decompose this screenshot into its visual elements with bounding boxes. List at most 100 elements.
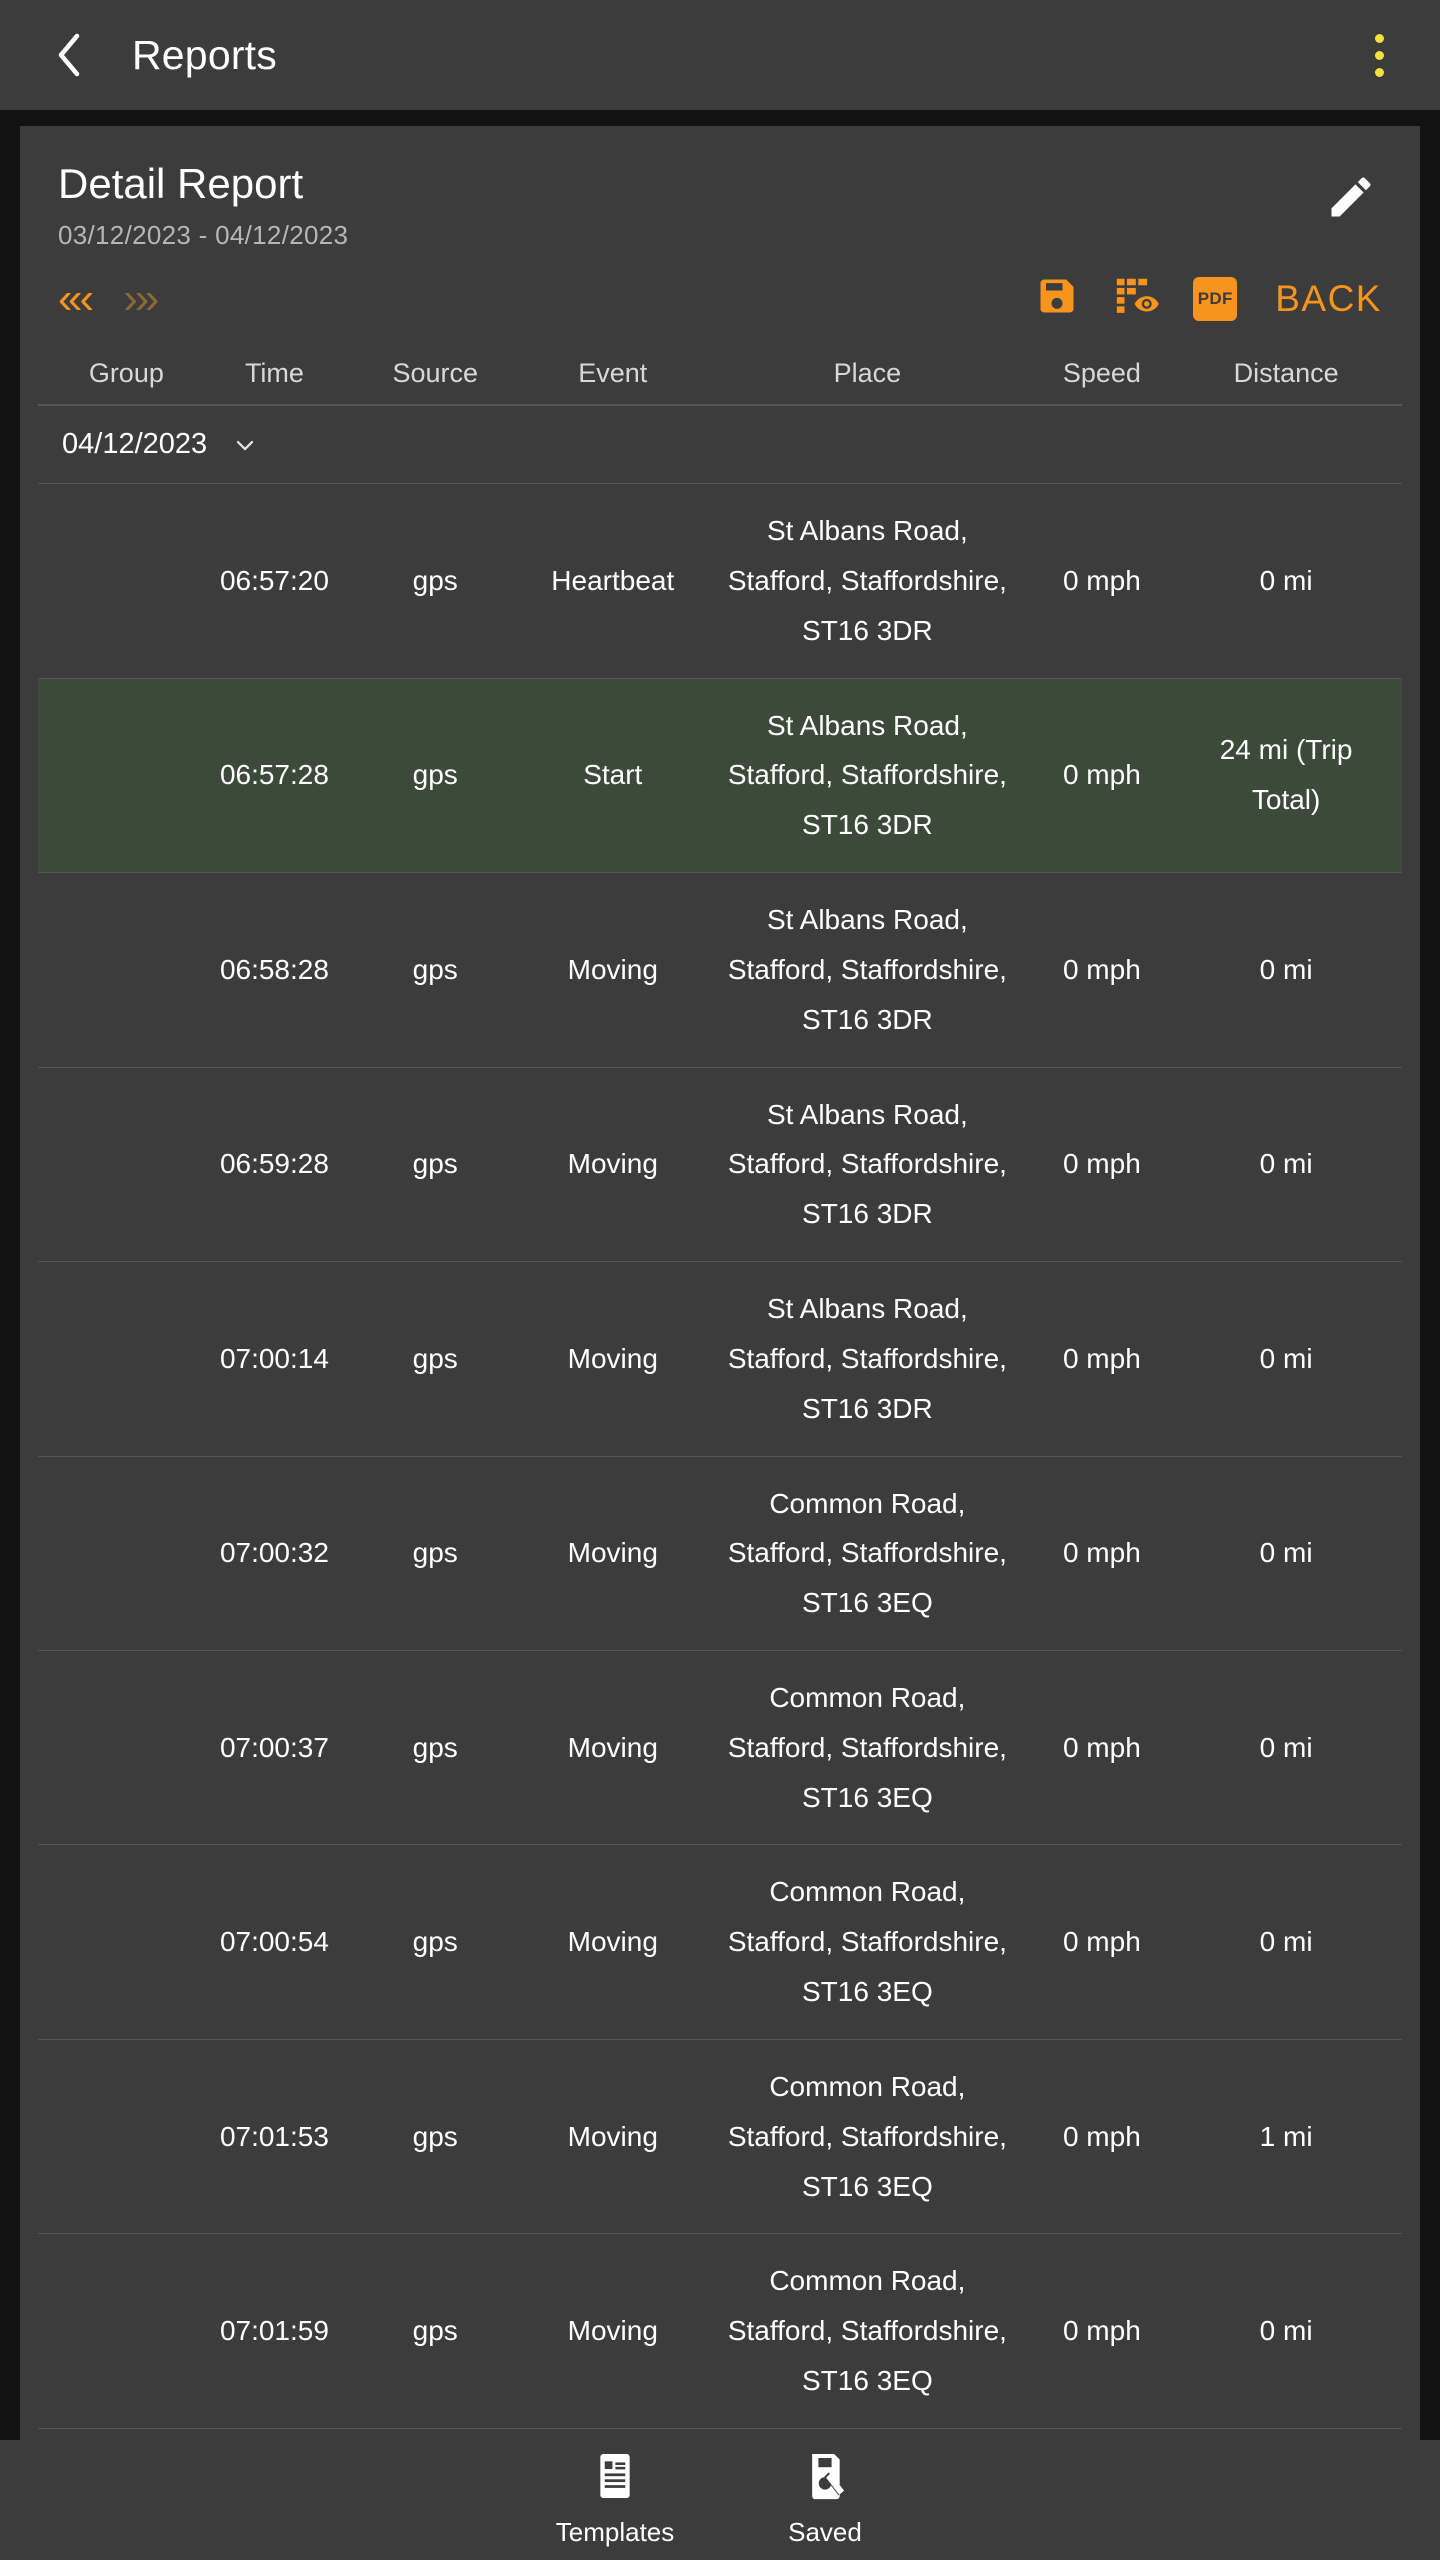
table-row[interactable]: 07:00:54 gps Moving Common Road, Stafford, … bbox=[38, 1845, 1402, 2040]
table-preview-icon bbox=[1113, 273, 1160, 324]
table-row[interactable]: 07:00:14 gps Moving St Albans Road, Staffor… bbox=[38, 1262, 1402, 1457]
overflow-menu-icon-dot-2 bbox=[1374, 50, 1384, 60]
cell-group bbox=[50, 679, 191, 872]
cell-speed: 0 mph bbox=[1062, 1537, 1141, 1569]
chevron-left-icon bbox=[52, 31, 86, 79]
export-pdf-button[interactable]: PDF bbox=[1193, 276, 1238, 321]
chevron-down-icon[interactable] bbox=[231, 431, 259, 459]
cell-group bbox=[50, 2040, 191, 2233]
table-row[interactable]: 07:01:53 gps Moving Common Road, Stafford, … bbox=[38, 2040, 1402, 2235]
cell-time: 07:00:32 bbox=[219, 1537, 329, 1569]
cell-source: gps bbox=[412, 1926, 458, 1958]
cell-distance: 0 mi bbox=[1259, 564, 1313, 596]
templates-list-icon bbox=[593, 2452, 637, 2505]
table-header-row: Group Time Source Event Place Speed Dist… bbox=[38, 342, 1402, 407]
top-app-bar: Reports bbox=[0, 0, 1440, 110]
overflow-menu-icon-dot-3 bbox=[1374, 67, 1384, 77]
card-header: Detail Report 03/12/2023 - 04/12/2023 bbox=[20, 126, 1420, 251]
cell-time: 06:57:28 bbox=[219, 759, 329, 791]
table-row[interactable]: 07:01:59 gps Moving Common Road, Stafford, … bbox=[38, 2234, 1402, 2429]
cell-place: Marston Lane, Marston, Stafford, Staffor… bbox=[713, 2429, 1021, 2440]
cell-source: gps bbox=[412, 953, 458, 985]
group-header-row[interactable]: 04/12/2023 bbox=[38, 406, 1402, 485]
cell-event: Moving bbox=[567, 1731, 658, 1763]
toolbar-actions: PDF BACK bbox=[1035, 273, 1382, 324]
bottom-nav-item-templates[interactable]: Templates bbox=[555, 2452, 675, 2548]
cell-group bbox=[50, 1845, 191, 2038]
cell-distance: 0 mi bbox=[1259, 1731, 1313, 1763]
table-row[interactable]: 07:02:03gpsMovingMarston Lane, Marston, … bbox=[38, 2429, 1402, 2440]
cell-time: 07:00:54 bbox=[219, 1926, 329, 1958]
cell-event: Heartbeat bbox=[551, 564, 675, 596]
save-report-button[interactable] bbox=[1035, 274, 1079, 323]
bottom-nav-item-saved[interactable]: Saved bbox=[765, 2452, 885, 2548]
cell-speed: 0 mph bbox=[1062, 564, 1141, 596]
cell-distance: 0 mi bbox=[1259, 953, 1313, 985]
cell-place: Common Road, Stafford, Staffordshire, ST… bbox=[727, 1487, 1007, 1619]
cell-group bbox=[50, 873, 191, 1066]
report-title: Detail Report bbox=[58, 160, 304, 207]
cell-speed: 0 mph bbox=[1062, 1148, 1141, 1180]
cell-distance: 0 mi bbox=[1259, 1342, 1313, 1374]
cell-distance: 0 mi bbox=[1182, 2429, 1390, 2440]
cell-source: gps bbox=[412, 2315, 458, 2347]
cell-source: gps bbox=[412, 1342, 458, 1374]
pagination-controls: «‹ ›» bbox=[58, 276, 159, 321]
cell-source: gps bbox=[412, 759, 458, 791]
cell-distance: 0 mi bbox=[1259, 1537, 1313, 1569]
cell-speed: 0 mph bbox=[1021, 2429, 1182, 2440]
next-page-button[interactable]: ›» bbox=[123, 276, 159, 321]
column-header-distance[interactable]: Distance bbox=[1182, 358, 1390, 389]
cell-source: gps bbox=[412, 1731, 458, 1763]
cell-time: 06:59:28 bbox=[219, 1148, 329, 1180]
cell-time: 07:01:53 bbox=[219, 2120, 329, 2152]
cell-event: Moving bbox=[567, 2315, 658, 2347]
table-row[interactable]: 06:59:28 gps Moving St Albans Road, Staffor… bbox=[38, 1068, 1402, 1263]
page-title: Reports bbox=[132, 31, 277, 78]
cell-speed: 0 mph bbox=[1062, 759, 1141, 791]
cell-time: 07:00:14 bbox=[219, 1342, 329, 1374]
cell-event: Moving bbox=[567, 1148, 658, 1180]
back-button[interactable] bbox=[42, 28, 96, 82]
cell-speed: 0 mph bbox=[1062, 2315, 1141, 2347]
column-header-place[interactable]: Place bbox=[713, 358, 1021, 389]
table-row[interactable]: 06:57:28 gps Start St Albans Road, Stafford… bbox=[38, 678, 1402, 874]
overflow-menu-button[interactable] bbox=[1352, 20, 1406, 90]
cell-speed: 0 mph bbox=[1062, 1731, 1141, 1763]
cell-group bbox=[50, 1068, 191, 1261]
table-row[interactable]: 07:00:32 gps Moving Common Road, Stafford, … bbox=[38, 1457, 1402, 1651]
cell-group bbox=[50, 1457, 191, 1650]
column-header-time[interactable]: Time bbox=[191, 358, 359, 389]
table-row[interactable]: 07:00:37 gps Moving Common Road, Stafford, … bbox=[38, 1651, 1402, 1846]
cell-place: Common Road, Stafford, Staffordshire, ST… bbox=[727, 1682, 1007, 1813]
cell-source: gps bbox=[412, 1537, 458, 1569]
cell-distance: 24 mi (Trip Total) bbox=[1219, 734, 1353, 816]
cell-speed: 0 mph bbox=[1062, 1342, 1141, 1374]
cell-group bbox=[50, 484, 191, 677]
cell-distance: 0 mi bbox=[1259, 1926, 1313, 1958]
cell-distance: 1 mi bbox=[1259, 2120, 1313, 2152]
preview-table-button[interactable] bbox=[1113, 273, 1160, 324]
report-scroll-area[interactable]: Detail Report 03/12/2023 - 04/12/2023 «‹… bbox=[0, 126, 1440, 2440]
column-header-speed[interactable]: Speed bbox=[1021, 358, 1182, 389]
column-header-event[interactable]: Event bbox=[512, 358, 713, 389]
cell-place: St Albans Road, Stafford, Staffordshire,… bbox=[727, 1293, 1007, 1424]
column-header-group[interactable]: Group bbox=[50, 358, 191, 389]
cell-place: Common Road, Stafford, Staffordshire, ST… bbox=[727, 1876, 1007, 2008]
prev-page-button[interactable]: «‹ bbox=[58, 276, 94, 321]
back-text-button[interactable]: BACK bbox=[1275, 278, 1382, 320]
save-floppy-icon bbox=[803, 2452, 847, 2505]
cell-time: 06:57:20 bbox=[219, 564, 329, 596]
cell-event: Moving bbox=[512, 2429, 713, 2440]
table-row[interactable]: 06:57:20 gps Heartbeat St Albans Road, Staf… bbox=[38, 484, 1402, 679]
column-header-source[interactable]: Source bbox=[358, 358, 512, 389]
cell-place: St Albans Road, Stafford, Staffordshire,… bbox=[727, 515, 1007, 646]
cell-source: gps bbox=[412, 564, 458, 596]
cell-event: Moving bbox=[567, 2120, 658, 2152]
cell-place: Common Road, Stafford, Staffordshire, ST… bbox=[727, 2070, 1007, 2202]
table-row[interactable]: 06:58:28 gps Moving St Albans Road, Staffor… bbox=[38, 873, 1402, 1068]
report-date-range: 03/12/2023 - 04/12/2023 bbox=[58, 220, 349, 251]
cell-time: 07:02:03 bbox=[191, 2429, 359, 2440]
cell-speed: 0 mph bbox=[1062, 2120, 1141, 2152]
edit-report-button[interactable] bbox=[1318, 166, 1384, 232]
